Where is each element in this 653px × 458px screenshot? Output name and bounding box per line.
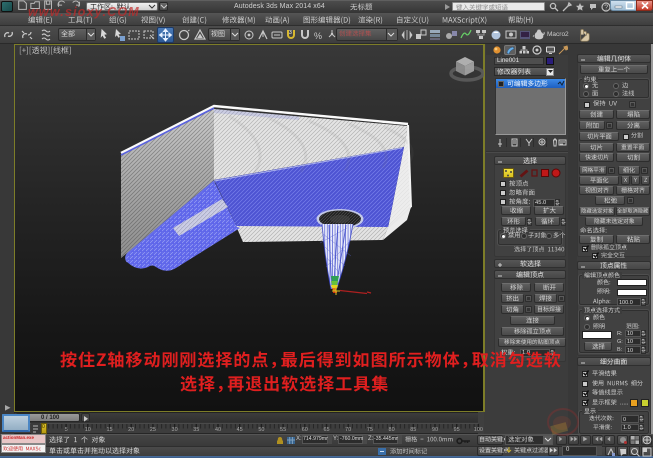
svg-text:?: ? [604,5,608,12]
svg-text:%: % [314,31,322,41]
svg-text:3: 3 [289,30,292,36]
